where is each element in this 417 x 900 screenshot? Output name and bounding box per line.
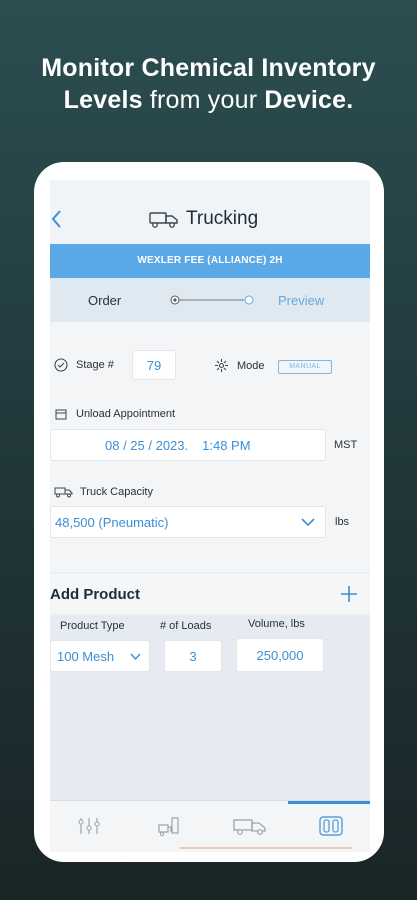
headline-mid: from your <box>142 86 265 114</box>
step-preview[interactable]: Preview <box>278 293 324 308</box>
mode-icon <box>215 359 228 372</box>
order-steps: Order Preview <box>50 278 370 322</box>
add-product-title: Add Product <box>50 586 140 603</box>
timezone-label: MST <box>334 439 358 451</box>
stepper-progress <box>170 295 254 305</box>
page-title: Trucking <box>186 208 259 229</box>
capacity-select[interactable]: 48,500 (Pneumatic) <box>50 506 326 538</box>
app-screen: Trucking WEXLER FEE (ALLIANCE) 2H Order … <box>50 180 370 852</box>
add-product-section: Add Product <box>50 574 370 614</box>
title-wrap: Trucking <box>148 208 258 230</box>
bottom-nav <box>50 800 370 852</box>
unload-label: Unload Appointment <box>76 408 176 420</box>
promo-headline: Monitor Chemical Inventory Levels from y… <box>0 52 417 116</box>
chevron-down-icon <box>130 653 141 661</box>
product-type-select[interactable]: 100 Mesh <box>50 640 150 672</box>
step-order[interactable]: Order <box>88 293 121 308</box>
headline-bold-levels: Levels <box>63 86 143 114</box>
back-arrow-icon[interactable] <box>50 208 64 230</box>
plus-icon[interactable] <box>340 585 358 603</box>
nav-active-indicator <box>288 801 370 804</box>
volume-value: 250,000 <box>256 647 304 663</box>
well-banner: WEXLER FEE (ALLIANCE) 2H <box>50 244 370 278</box>
phone-frame: Trucking WEXLER FEE (ALLIANCE) 2H Order … <box>34 162 384 862</box>
product-type-value: 100 Mesh <box>57 648 115 664</box>
wellsite-icon[interactable] <box>76 815 102 837</box>
mode-label: Mode <box>237 360 265 372</box>
column-header: # of Loads <box>160 620 212 632</box>
truck-icon <box>149 212 178 228</box>
gesture-bar <box>180 847 352 849</box>
unload-time: 1:48 PM <box>202 437 251 453</box>
capacity-unit: lbs <box>335 516 350 528</box>
stage-value: 79 <box>146 357 162 373</box>
unload-datetime-input[interactable]: 08 / 25 / 2023. 1:48 PM <box>50 429 326 461</box>
unload-date: 08 / 25 / 2023. <box>105 437 189 453</box>
product-table: Product Type # of Loads Volume, lbs 100 … <box>50 616 370 816</box>
check-circle-icon <box>54 358 68 372</box>
calendar-icon <box>55 409 67 420</box>
chevron-down-icon <box>301 518 315 527</box>
loads-input[interactable]: 3 <box>164 640 222 672</box>
trucking-icon[interactable] <box>232 815 268 837</box>
mode-badge: MANUAL <box>278 360 332 374</box>
top-bar: Trucking <box>50 180 370 244</box>
headline-line1: Monitor Chemical Inventory <box>41 54 376 82</box>
stage-input[interactable]: 79 <box>132 350 176 380</box>
trucking-form: Stage # 79 Mode MANUAL Unload Appointmen… <box>50 322 370 572</box>
loads-value: 3 <box>189 648 197 664</box>
capacity-value: 48,500 (Pneumatic) <box>55 514 169 530</box>
inventory-icon[interactable] <box>318 815 344 837</box>
headline-bold-device: Device. <box>264 86 354 114</box>
capacity-label: Truck Capacity <box>80 486 153 498</box>
stage-label: Stage # <box>76 359 114 371</box>
silo-truck-icon[interactable] <box>156 815 182 837</box>
headline-line2: Levels from your Device. <box>0 84 417 116</box>
small-truck-icon <box>54 487 73 498</box>
column-header: Volume, lbs <box>248 618 305 630</box>
volume-input[interactable]: 250,000 <box>236 638 324 672</box>
column-header: Product Type <box>60 620 125 632</box>
